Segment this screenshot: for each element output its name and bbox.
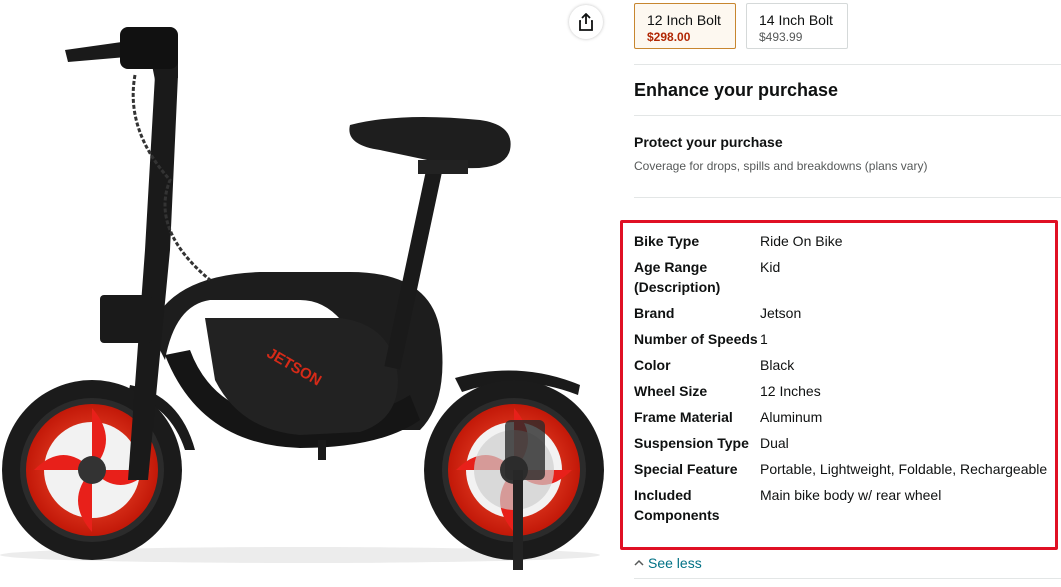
divider — [634, 197, 1061, 198]
spec-label: Included Components — [634, 487, 720, 523]
spec-label: Number of Speeds — [634, 331, 758, 347]
share-button[interactable] — [569, 5, 603, 39]
spec-row: Wheel Size 12 Inches — [634, 381, 1061, 401]
spec-value: 12 Inches — [760, 383, 821, 399]
spec-label: Age Range (Description) — [634, 259, 721, 295]
spec-label: Frame Material — [634, 409, 733, 425]
variant-14-inch-bolt[interactable]: 14 Inch Bolt $493.99 — [746, 3, 848, 49]
spec-value: Black — [760, 357, 795, 373]
share-icon — [579, 13, 593, 31]
product-image-svg: JETSON — [0, 27, 604, 570]
spec-value: Dual — [760, 435, 789, 451]
spec-value: 1 — [760, 331, 768, 347]
product-image[interactable]: JETSON — [0, 0, 610, 582]
variant-12-inch-bolt[interactable]: 12 Inch Bolt $298.00 — [634, 3, 736, 49]
spec-row: Special Feature Portable, Lightweight, F… — [634, 459, 1061, 479]
spec-label: Brand — [634, 305, 675, 321]
variant-price: $493.99 — [759, 30, 803, 44]
enhance-title: Enhance your purchase — [634, 80, 839, 100]
spec-row: Number of Speeds 1 — [634, 329, 1061, 349]
spec-value: Kid — [760, 259, 781, 275]
spec-label: Suspension Type — [634, 435, 749, 451]
spec-row: Frame Material Aluminum — [634, 407, 1061, 427]
protect-title: Protect your purchase — [634, 134, 783, 150]
see-less-label: See less — [648, 555, 702, 571]
chevron-up-icon — [634, 559, 644, 566]
spec-value: Main bike body w/ rear wheel — [760, 487, 942, 503]
spec-value: Aluminum — [760, 409, 823, 425]
spec-row: Age Range (Description) Kid — [634, 257, 1061, 297]
spec-value: Portable, Lightweight, Foldable, Recharg… — [760, 461, 1048, 477]
divider — [634, 115, 1061, 116]
kickstand — [513, 470, 523, 570]
divider — [634, 578, 1061, 579]
spec-label: Special Feature — [634, 461, 738, 477]
spec-label: Wheel Size — [634, 383, 708, 399]
spec-row: Included Components Main bike body w/ re… — [634, 485, 1061, 525]
variant-name: 12 Inch Bolt — [647, 12, 721, 28]
variant-price: $298.00 — [647, 30, 691, 44]
specs-table: Bike Type Ride On Bike Age Range (Descri… — [634, 231, 1061, 531]
spec-label: Color — [634, 357, 671, 373]
spec-row: Bike Type Ride On Bike — [634, 231, 1061, 251]
spec-value: Jetson — [760, 305, 802, 321]
protect-subtitle: Coverage for drops, spills and breakdown… — [634, 159, 928, 173]
spec-label: Bike Type — [634, 233, 700, 249]
spec-row: Color Black — [634, 355, 1061, 375]
see-less-link[interactable]: See less — [634, 555, 702, 571]
variant-name: 14 Inch Bolt — [759, 12, 833, 28]
spec-row: Suspension Type Dual — [634, 433, 1061, 453]
spec-row: Brand Jetson — [634, 303, 1061, 323]
spec-value: Ride On Bike — [760, 233, 843, 249]
divider — [634, 64, 1061, 65]
front-wheel — [2, 380, 182, 560]
